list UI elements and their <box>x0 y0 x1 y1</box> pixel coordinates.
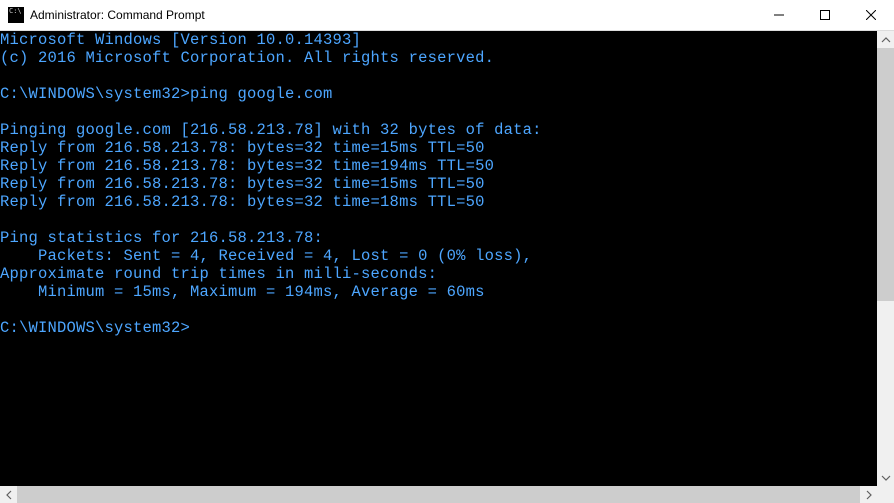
horizontal-scrollbar[interactable] <box>0 486 877 503</box>
terminal-line: Reply from 216.58.213.78: bytes=32 time=… <box>0 193 877 211</box>
maximize-button[interactable] <box>802 0 848 30</box>
scroll-right-arrow-icon[interactable] <box>860 486 877 503</box>
terminal-line: C:\WINDOWS\system32> <box>0 319 877 337</box>
window-controls <box>756 0 894 30</box>
terminal-area[interactable]: Microsoft Windows [Version 10.0.14393](c… <box>0 31 894 503</box>
terminal-line <box>0 103 877 121</box>
terminal-line: Microsoft Windows [Version 10.0.14393] <box>0 31 877 49</box>
terminal-line: (c) 2016 Microsoft Corporation. All righ… <box>0 49 877 67</box>
command-prompt-window: Administrator: Command Prompt Microsoft … <box>0 0 894 503</box>
terminal-line: Reply from 216.58.213.78: bytes=32 time=… <box>0 175 877 193</box>
titlebar[interactable]: Administrator: Command Prompt <box>0 0 894 31</box>
terminal-line <box>0 301 877 319</box>
terminal-line: Reply from 216.58.213.78: bytes=32 time=… <box>0 139 877 157</box>
terminal-line: Packets: Sent = 4, Received = 4, Lost = … <box>0 247 877 265</box>
scrollbar-corner <box>877 486 894 503</box>
terminal-output[interactable]: Microsoft Windows [Version 10.0.14393](c… <box>0 31 877 337</box>
scroll-thumb-vertical[interactable] <box>877 48 894 301</box>
vertical-scrollbar[interactable] <box>877 31 894 486</box>
terminal-line: Reply from 216.58.213.78: bytes=32 time=… <box>0 157 877 175</box>
scroll-track-vertical[interactable] <box>877 48 894 469</box>
terminal-line: Approximate round trip times in milli-se… <box>0 265 877 283</box>
terminal-line: Pinging google.com [216.58.213.78] with … <box>0 121 877 139</box>
scroll-track-horizontal[interactable] <box>17 486 860 503</box>
scroll-down-arrow-icon[interactable] <box>877 469 894 486</box>
scroll-left-arrow-icon[interactable] <box>0 486 17 503</box>
app-icon <box>8 7 24 23</box>
window-title: Administrator: Command Prompt <box>30 8 756 22</box>
terminal-line <box>0 67 877 85</box>
terminal-line: C:\WINDOWS\system32>ping google.com <box>0 85 877 103</box>
scroll-thumb-horizontal[interactable] <box>17 486 860 503</box>
scroll-up-arrow-icon[interactable] <box>877 31 894 48</box>
terminal-line <box>0 211 877 229</box>
terminal-line: Minimum = 15ms, Maximum = 194ms, Average… <box>0 283 877 301</box>
close-button[interactable] <box>848 0 894 30</box>
terminal-line: Ping statistics for 216.58.213.78: <box>0 229 877 247</box>
minimize-button[interactable] <box>756 0 802 30</box>
